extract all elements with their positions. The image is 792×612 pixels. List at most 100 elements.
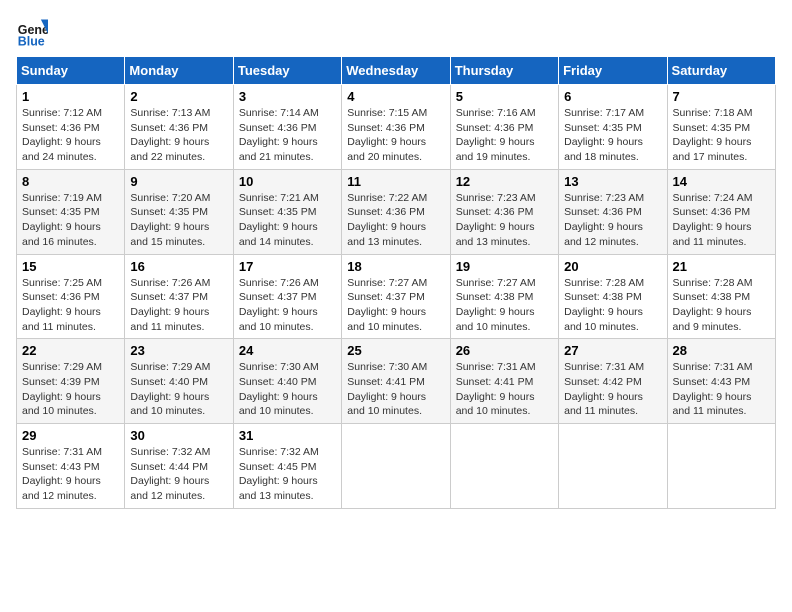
empty-cell [559, 424, 667, 509]
weekday-header-wednesday: Wednesday [342, 57, 450, 85]
sunset-label: Sunset: 4:39 PM [22, 376, 100, 388]
sunrise-label: Sunrise: 7:29 AM [22, 361, 102, 373]
weekday-header-sunday: Sunday [17, 57, 125, 85]
calendar-table: SundayMondayTuesdayWednesdayThursdayFrid… [16, 56, 776, 509]
day-number: 11 [347, 174, 444, 189]
day-number: 6 [564, 89, 661, 104]
calendar-day-31: 31 Sunrise: 7:32 AM Sunset: 4:45 PM Dayl… [233, 424, 341, 509]
day-info: Sunrise: 7:26 AM Sunset: 4:37 PM Dayligh… [239, 276, 336, 335]
day-info: Sunrise: 7:25 AM Sunset: 4:36 PM Dayligh… [22, 276, 119, 335]
day-number: 13 [564, 174, 661, 189]
calendar-day-21: 21 Sunrise: 7:28 AM Sunset: 4:38 PM Dayl… [667, 254, 775, 339]
weekday-header-thursday: Thursday [450, 57, 558, 85]
day-number: 28 [673, 343, 770, 358]
sunrise-label: Sunrise: 7:30 AM [347, 361, 427, 373]
calendar-day-5: 5 Sunrise: 7:16 AM Sunset: 4:36 PM Dayli… [450, 85, 558, 170]
day-number: 5 [456, 89, 553, 104]
sunset-label: Sunset: 4:45 PM [239, 461, 317, 473]
day-info: Sunrise: 7:27 AM Sunset: 4:38 PM Dayligh… [456, 276, 553, 335]
calendar-day-13: 13 Sunrise: 7:23 AM Sunset: 4:36 PM Dayl… [559, 169, 667, 254]
day-number: 27 [564, 343, 661, 358]
calendar-day-8: 8 Sunrise: 7:19 AM Sunset: 4:35 PM Dayli… [17, 169, 125, 254]
sunset-label: Sunset: 4:38 PM [564, 291, 642, 303]
day-number: 2 [130, 89, 227, 104]
daylight-label: Daylight: 9 hours and 10 minutes. [456, 391, 535, 418]
daylight-label: Daylight: 9 hours and 11 minutes. [673, 221, 752, 248]
sunrise-label: Sunrise: 7:27 AM [456, 277, 536, 289]
sunrise-label: Sunrise: 7:24 AM [673, 192, 753, 204]
sunset-label: Sunset: 4:35 PM [130, 206, 208, 218]
daylight-label: Daylight: 9 hours and 12 minutes. [130, 475, 209, 502]
day-number: 12 [456, 174, 553, 189]
day-info: Sunrise: 7:29 AM Sunset: 4:39 PM Dayligh… [22, 360, 119, 419]
calendar-day-6: 6 Sunrise: 7:17 AM Sunset: 4:35 PM Dayli… [559, 85, 667, 170]
calendar-day-7: 7 Sunrise: 7:18 AM Sunset: 4:35 PM Dayli… [667, 85, 775, 170]
day-info: Sunrise: 7:26 AM Sunset: 4:37 PM Dayligh… [130, 276, 227, 335]
calendar-day-26: 26 Sunrise: 7:31 AM Sunset: 4:41 PM Dayl… [450, 339, 558, 424]
weekday-header-friday: Friday [559, 57, 667, 85]
sunset-label: Sunset: 4:36 PM [564, 206, 642, 218]
calendar-day-3: 3 Sunrise: 7:14 AM Sunset: 4:36 PM Dayli… [233, 85, 341, 170]
daylight-label: Daylight: 9 hours and 20 minutes. [347, 136, 426, 163]
calendar-day-23: 23 Sunrise: 7:29 AM Sunset: 4:40 PM Dayl… [125, 339, 233, 424]
daylight-label: Daylight: 9 hours and 13 minutes. [347, 221, 426, 248]
weekday-header-monday: Monday [125, 57, 233, 85]
calendar-day-22: 22 Sunrise: 7:29 AM Sunset: 4:39 PM Dayl… [17, 339, 125, 424]
calendar-day-1: 1 Sunrise: 7:12 AM Sunset: 4:36 PM Dayli… [17, 85, 125, 170]
calendar-day-24: 24 Sunrise: 7:30 AM Sunset: 4:40 PM Dayl… [233, 339, 341, 424]
daylight-label: Daylight: 9 hours and 21 minutes. [239, 136, 318, 163]
day-number: 10 [239, 174, 336, 189]
sunrise-label: Sunrise: 7:27 AM [347, 277, 427, 289]
calendar-day-25: 25 Sunrise: 7:30 AM Sunset: 4:41 PM Dayl… [342, 339, 450, 424]
daylight-label: Daylight: 9 hours and 13 minutes. [456, 221, 535, 248]
daylight-label: Daylight: 9 hours and 12 minutes. [564, 221, 643, 248]
sunrise-label: Sunrise: 7:26 AM [130, 277, 210, 289]
day-info: Sunrise: 7:12 AM Sunset: 4:36 PM Dayligh… [22, 106, 119, 165]
sunrise-label: Sunrise: 7:31 AM [22, 446, 102, 458]
day-info: Sunrise: 7:19 AM Sunset: 4:35 PM Dayligh… [22, 191, 119, 250]
sunset-label: Sunset: 4:40 PM [130, 376, 208, 388]
calendar-week-5: 29 Sunrise: 7:31 AM Sunset: 4:43 PM Dayl… [17, 424, 776, 509]
calendar-day-14: 14 Sunrise: 7:24 AM Sunset: 4:36 PM Dayl… [667, 169, 775, 254]
sunrise-label: Sunrise: 7:32 AM [130, 446, 210, 458]
day-info: Sunrise: 7:24 AM Sunset: 4:36 PM Dayligh… [673, 191, 770, 250]
daylight-label: Daylight: 9 hours and 14 minutes. [239, 221, 318, 248]
daylight-label: Daylight: 9 hours and 10 minutes. [239, 306, 318, 333]
daylight-label: Daylight: 9 hours and 10 minutes. [347, 391, 426, 418]
daylight-label: Daylight: 9 hours and 10 minutes. [22, 391, 101, 418]
calendar-day-12: 12 Sunrise: 7:23 AM Sunset: 4:36 PM Dayl… [450, 169, 558, 254]
sunset-label: Sunset: 4:35 PM [673, 122, 751, 134]
sunset-label: Sunset: 4:36 PM [456, 122, 534, 134]
sunset-label: Sunset: 4:37 PM [130, 291, 208, 303]
sunrise-label: Sunrise: 7:23 AM [456, 192, 536, 204]
calendar-week-1: 1 Sunrise: 7:12 AM Sunset: 4:36 PM Dayli… [17, 85, 776, 170]
day-info: Sunrise: 7:23 AM Sunset: 4:36 PM Dayligh… [456, 191, 553, 250]
calendar-day-19: 19 Sunrise: 7:27 AM Sunset: 4:38 PM Dayl… [450, 254, 558, 339]
logo: General Blue [16, 16, 48, 48]
day-info: Sunrise: 7:20 AM Sunset: 4:35 PM Dayligh… [130, 191, 227, 250]
day-info: Sunrise: 7:16 AM Sunset: 4:36 PM Dayligh… [456, 106, 553, 165]
day-number: 3 [239, 89, 336, 104]
sunrise-label: Sunrise: 7:16 AM [456, 107, 536, 119]
daylight-label: Daylight: 9 hours and 17 minutes. [673, 136, 752, 163]
calendar-day-2: 2 Sunrise: 7:13 AM Sunset: 4:36 PM Dayli… [125, 85, 233, 170]
sunset-label: Sunset: 4:42 PM [564, 376, 642, 388]
calendar-week-2: 8 Sunrise: 7:19 AM Sunset: 4:35 PM Dayli… [17, 169, 776, 254]
day-number: 17 [239, 259, 336, 274]
weekday-header-saturday: Saturday [667, 57, 775, 85]
day-info: Sunrise: 7:22 AM Sunset: 4:36 PM Dayligh… [347, 191, 444, 250]
day-number: 19 [456, 259, 553, 274]
sunrise-label: Sunrise: 7:28 AM [564, 277, 644, 289]
day-info: Sunrise: 7:18 AM Sunset: 4:35 PM Dayligh… [673, 106, 770, 165]
sunset-label: Sunset: 4:35 PM [564, 122, 642, 134]
sunset-label: Sunset: 4:36 PM [347, 122, 425, 134]
day-info: Sunrise: 7:14 AM Sunset: 4:36 PM Dayligh… [239, 106, 336, 165]
daylight-label: Daylight: 9 hours and 18 minutes. [564, 136, 643, 163]
day-info: Sunrise: 7:32 AM Sunset: 4:44 PM Dayligh… [130, 445, 227, 504]
daylight-label: Daylight: 9 hours and 10 minutes. [456, 306, 535, 333]
day-info: Sunrise: 7:29 AM Sunset: 4:40 PM Dayligh… [130, 360, 227, 419]
calendar-day-27: 27 Sunrise: 7:31 AM Sunset: 4:42 PM Dayl… [559, 339, 667, 424]
sunrise-label: Sunrise: 7:23 AM [564, 192, 644, 204]
calendar-day-18: 18 Sunrise: 7:27 AM Sunset: 4:37 PM Dayl… [342, 254, 450, 339]
day-number: 8 [22, 174, 119, 189]
